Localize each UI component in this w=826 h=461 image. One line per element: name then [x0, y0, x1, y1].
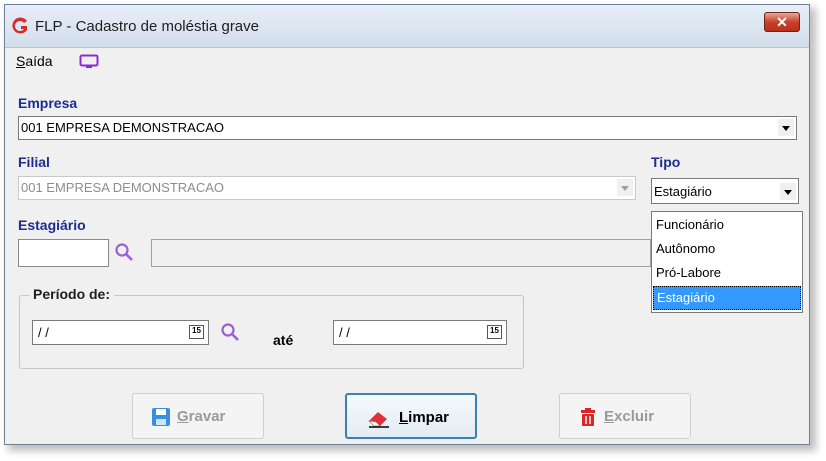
search-icon[interactable]	[220, 322, 240, 342]
gravar-button[interactable]: Gravar	[132, 393, 264, 439]
tipo-option-estagiario[interactable]: Estagiário	[653, 286, 801, 310]
limpar-button[interactable]: Limpar	[345, 393, 477, 439]
title-bar[interactable]: FLP - Cadastro de moléstia grave ✕	[5, 5, 809, 48]
flp-logo-icon	[12, 17, 27, 34]
chevron-down-icon	[617, 179, 633, 196]
filial-label: Filial	[18, 154, 50, 170]
filial-select: 001 EMPRESA DEMONSTRACAO	[18, 176, 636, 200]
calendar-icon[interactable]: 15	[189, 325, 204, 339]
excluir-label-rest: xcluir	[614, 408, 655, 425]
tipo-value: Estagiário	[654, 184, 712, 199]
periodo-to-input[interactable]: / / 15	[333, 320, 507, 345]
chevron-down-icon[interactable]	[778, 119, 794, 136]
trash-icon	[581, 408, 595, 426]
tipo-dropdown-list: Funcionário Autônomo Pró-Labore Estagiár…	[651, 211, 803, 313]
gravar-label-rest: ravar	[188, 408, 226, 425]
periodo-from-value: / /	[38, 325, 49, 340]
estagiario-name-field	[151, 239, 651, 267]
empresa-label: Empresa	[18, 95, 78, 111]
ate-label: até	[273, 332, 294, 348]
estagiario-code-input[interactable]	[18, 239, 109, 267]
periodo-from-input[interactable]: / / 15	[32, 320, 209, 345]
monitor-icon[interactable]	[79, 54, 99, 70]
saida-mnemonic: S	[16, 53, 26, 69]
form-area: Saída Empresa 001 EMPRESA DEMONSTRACAO F…	[5, 48, 809, 444]
save-icon	[152, 408, 170, 426]
periodo-label: Período de:	[29, 286, 115, 302]
calendar-icon[interactable]: 15	[487, 325, 502, 339]
gravar-mnemonic: G	[177, 408, 189, 425]
limpar-mnemonic: L	[399, 409, 409, 426]
menu-saida[interactable]: Saída	[16, 53, 53, 69]
dialog-window: FLP - Cadastro de moléstia grave ✕ Saída…	[4, 4, 810, 445]
search-icon[interactable]	[114, 242, 134, 262]
tipo-option-funcionario[interactable]: Funcionário	[653, 213, 801, 237]
tipo-label: Tipo	[651, 154, 681, 170]
close-icon: ✕	[776, 14, 788, 30]
empresa-select[interactable]: 001 EMPRESA DEMONSTRACAO	[18, 116, 797, 140]
tipo-option-pro-labore[interactable]: Pró-Labore	[653, 261, 801, 285]
limpar-label-rest: impar	[408, 409, 450, 426]
close-button[interactable]: ✕	[764, 12, 800, 32]
window-title: FLP - Cadastro de moléstia grave	[35, 18, 259, 35]
chevron-down-icon[interactable]	[780, 183, 796, 200]
tipo-option-autonomo[interactable]: Autônomo	[653, 237, 801, 261]
empresa-value: 001 EMPRESA DEMONSTRACAO	[21, 120, 224, 135]
eraser-icon	[367, 412, 389, 428]
excluir-button[interactable]: Excluir	[559, 393, 691, 439]
saida-label-rest: aída	[25, 53, 53, 69]
excluir-mnemonic: E	[604, 408, 615, 425]
periodo-to-value: / /	[339, 325, 350, 340]
estagiario-label: Estagiário	[18, 217, 86, 233]
filial-value: 001 EMPRESA DEMONSTRACAO	[21, 180, 224, 195]
tipo-select[interactable]: Estagiário	[651, 178, 799, 204]
